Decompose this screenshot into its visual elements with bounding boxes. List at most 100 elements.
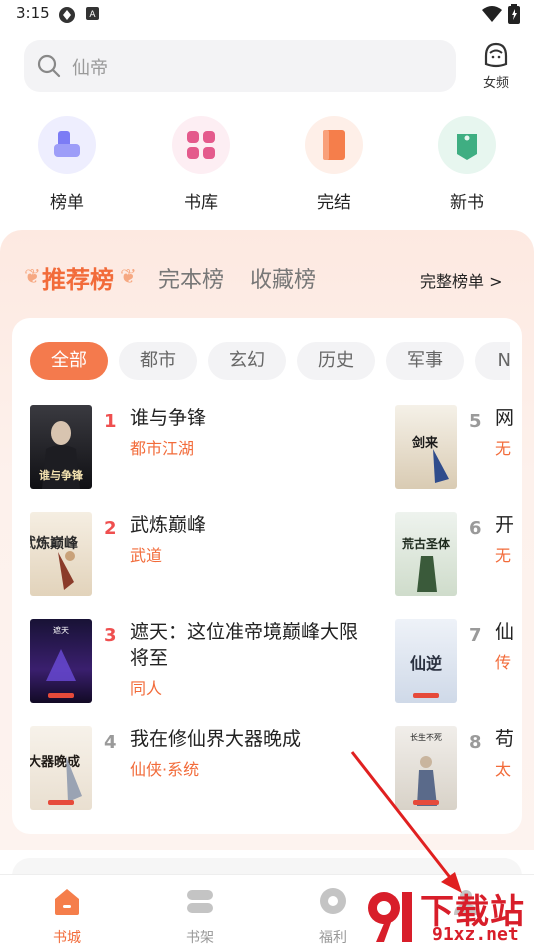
book-cover: 仙逆 [395,619,457,703]
quick-nav-label: 完结 [317,193,351,213]
search-icon [37,54,61,78]
book-cover: 荒古圣体 [395,512,457,596]
wifi-icon [482,6,502,22]
rank-number: 3 [104,625,117,646]
tab-welfare[interactable]: 福利 [303,885,363,947]
book-title: 武炼巅峰 [130,514,207,536]
tab-bookstore[interactable]: 书城 [37,885,97,947]
quick-nav-label: 新书 [450,193,484,213]
gift-icon [320,888,346,914]
book-cover: 大器晚成 [30,726,92,810]
quick-nav-library[interactable]: 书库 [161,116,241,213]
tab-label: 福利 [319,930,347,946]
book-title: 网 [495,407,515,429]
chip-history[interactable]: 历史 [297,342,375,380]
book-cover: 剑来 [395,405,457,489]
book-cover: 谁与争锋 [30,405,92,489]
quick-nav-label: 书库 [184,193,218,213]
a-icon: A [86,7,99,20]
female-icon [484,42,508,68]
tab-completed[interactable]: 完本榜 [158,262,224,294]
gender-label: 女频 [482,76,509,91]
watermark: 下载站 91xz.net [358,880,534,950]
laurel-left-icon: ❦ [24,264,41,288]
quick-nav: 榜单 书库 完结 新书 [0,116,534,216]
cover-title: 长生不死 [410,732,442,742]
battery-icon [508,4,520,24]
book-item[interactable]: 遮天 3 遮天：这位准帝境巅峰大限将至 同人 [30,619,390,709]
book-item[interactable]: 武炼巅峰 2 武炼巅峰 武道 [30,512,390,602]
book-tag: 传 [495,653,512,672]
chip-all[interactable]: 全部 [30,342,108,380]
tab-favorites[interactable]: 收藏榜 [250,262,316,294]
cover-title: 仙逆 [410,654,442,673]
book-title: 遮天：这位准帝境巅峰大限将至 [130,621,359,669]
search-placeholder: 仙帝 [72,58,108,79]
cover-title: 剑来 [411,435,439,451]
book-tag: 仙侠·系统 [130,760,200,779]
chart-icon [38,116,96,174]
rank-number: 6 [469,518,482,539]
home-icon [55,889,79,915]
book-tag: 都市江湖 [130,439,195,458]
book-cover: 遮天 [30,619,92,703]
cover-title: 大器晚成 [30,754,80,770]
cover-title: 遮天 [53,625,69,635]
rank-number: 1 [104,411,117,432]
book-title: 苟 [495,728,515,750]
tab-recommended[interactable]: 推荐榜 [42,260,114,295]
cover-title: 荒古圣体 [401,536,451,551]
book-tag: 同人 [130,679,163,698]
full-list-link[interactable]: 完整榜单 > [420,268,503,292]
rank-number: 8 [469,732,482,753]
tab-label: 书城 [53,930,81,946]
status-bar: 3:15 A [0,0,534,30]
chip-more[interactable]: N3 [475,342,510,380]
rank-number: 2 [104,518,117,539]
book-tag: 无 [495,439,512,458]
shelf-icon [187,890,213,913]
book-icon [305,116,363,174]
book-item[interactable]: 仙逆 7 仙 传 [395,619,522,709]
search-input[interactable]: 仙帝 [24,40,456,92]
chip-fantasy[interactable]: 玄幻 [208,342,286,380]
grid-icon [172,116,230,174]
ranking-card: 全部 都市 玄幻 历史 军事 N3 谁与争锋 1 谁与争锋 都市江湖 [12,318,522,834]
book-title: 开 [495,514,515,536]
book-cover: 长生不死 [395,726,457,810]
rank-number: 4 [104,732,117,753]
chip-military[interactable]: 军事 [386,342,464,380]
book-item[interactable]: 大器晚成 4 我在修仙界大器晚成 仙侠·系统 [30,726,390,816]
book-tag: 武道 [130,546,163,565]
cover-title: 武炼巅峰 [30,535,79,552]
book-title: 谁与争锋 [130,407,207,429]
book-item[interactable]: 谁与争锋 1 谁与争锋 都市江湖 [30,405,390,495]
ranking-panel: ❦ 推荐榜 ❦ 完本榜 收藏榜 完整榜单 > 全部 都市 玄幻 历史 军事 N3… [0,230,534,850]
book-item[interactable]: 剑来 5 网 无 [395,405,522,495]
rank-number: 5 [469,411,482,432]
book-title: 仙 [495,621,515,643]
quick-nav-rankings[interactable]: 榜单 [27,116,107,213]
tag-icon [438,116,496,174]
tab-bookshelf[interactable]: 书架 [170,885,230,947]
book-tag: 太 [495,760,512,779]
chip-urban[interactable]: 都市 [119,342,197,380]
category-chips: 全部 都市 玄幻 历史 军事 N3 [30,342,510,382]
quick-nav-label: 榜单 [50,193,84,213]
watermark-logo [368,892,412,942]
svg-text:A: A [89,10,96,20]
gender-switch-button[interactable]: 女频 [470,40,522,96]
book-cover: 武炼巅峰 [30,512,92,596]
quick-nav-finished[interactable]: 完结 [294,116,374,213]
quick-nav-new-books[interactable]: 新书 [427,116,507,213]
book-item[interactable]: 荒古圣体 6 开 无 [395,512,522,602]
tab-label: 书架 [186,930,214,946]
rank-number: 7 [469,625,482,646]
book-tag: 无 [495,546,512,565]
watermark-url: 91xz.net [432,924,519,945]
laurel-right-icon: ❦ [120,264,137,288]
cover-title: 谁与争锋 [39,468,84,482]
book-item[interactable]: 长生不死 8 苟 太 [395,726,522,816]
status-time: 3:15 [16,4,50,22]
sync-icon [59,7,75,23]
